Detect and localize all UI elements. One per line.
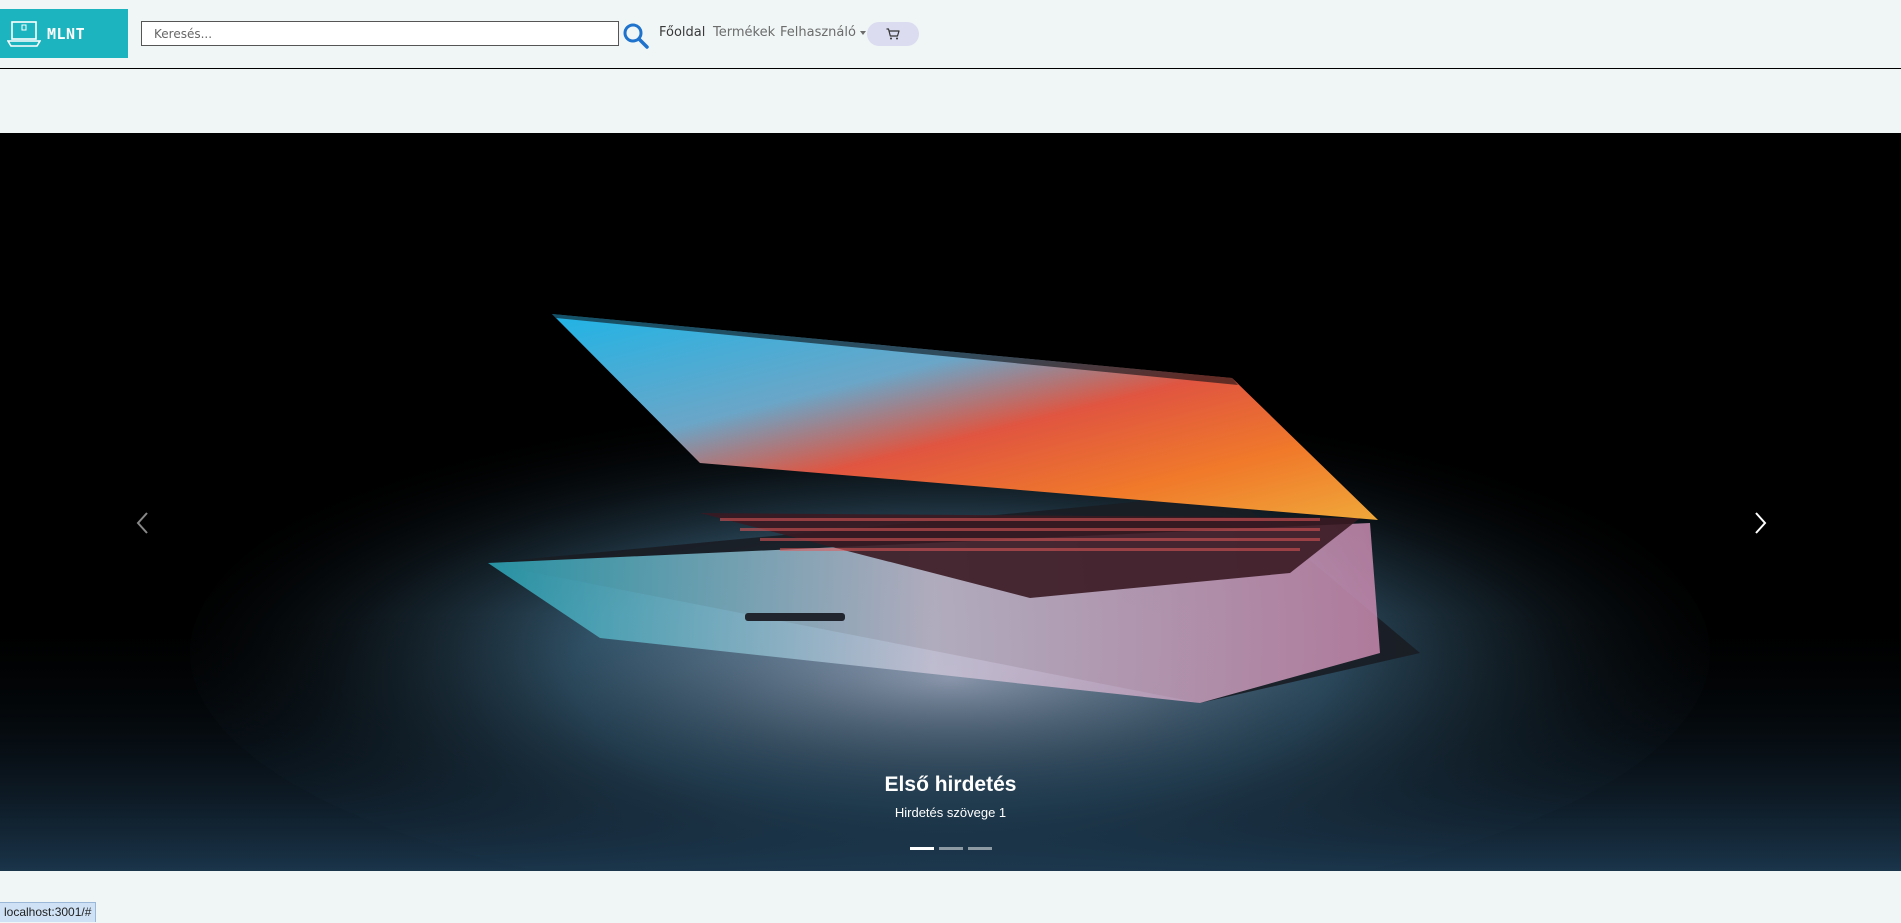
nav-products[interactable]: Termékek bbox=[713, 25, 775, 40]
cart-button[interactable] bbox=[867, 22, 919, 46]
brand-logo-link[interactable]: MLNT bbox=[0, 9, 128, 58]
nav-user-label: Felhasználó bbox=[780, 25, 856, 40]
chevron-right-icon bbox=[1755, 512, 1767, 534]
laptop-icon bbox=[7, 20, 41, 47]
chevron-left-icon bbox=[136, 512, 148, 534]
search-icon bbox=[623, 23, 649, 49]
slide-title: Első hirdetés bbox=[884, 773, 1017, 796]
cart-icon bbox=[886, 28, 900, 40]
carousel-indicators bbox=[0, 847, 1901, 850]
carousel-indicator-2[interactable] bbox=[938, 847, 963, 850]
caret-down-icon bbox=[859, 30, 866, 35]
carousel-caption: Első hirdetés Hirdetés szövege 1 bbox=[0, 773, 1901, 820]
carousel-indicator-1[interactable] bbox=[909, 847, 934, 850]
nav-home[interactable]: Főoldal bbox=[659, 25, 705, 40]
nav-user-dropdown[interactable]: Felhasználó bbox=[780, 25, 866, 40]
search-input[interactable] bbox=[141, 21, 619, 46]
carousel-next-button[interactable] bbox=[1720, 473, 1800, 573]
navbar: MLNT Főoldal Termékek Felhasználó bbox=[0, 0, 1901, 69]
search-button[interactable] bbox=[622, 21, 650, 49]
carousel-prev-button[interactable] bbox=[103, 473, 183, 573]
slide-text: Hirdetés szövege 1 bbox=[894, 805, 1007, 820]
carousel-indicator-3[interactable] bbox=[967, 847, 992, 850]
laptop-photo bbox=[0, 133, 1901, 871]
browser-status-url: localhost:3001/# bbox=[0, 902, 97, 922]
brand-name: MLNT bbox=[47, 24, 86, 43]
hero-carousel: Első hirdetés Hirdetés szövege 1 bbox=[0, 133, 1901, 871]
